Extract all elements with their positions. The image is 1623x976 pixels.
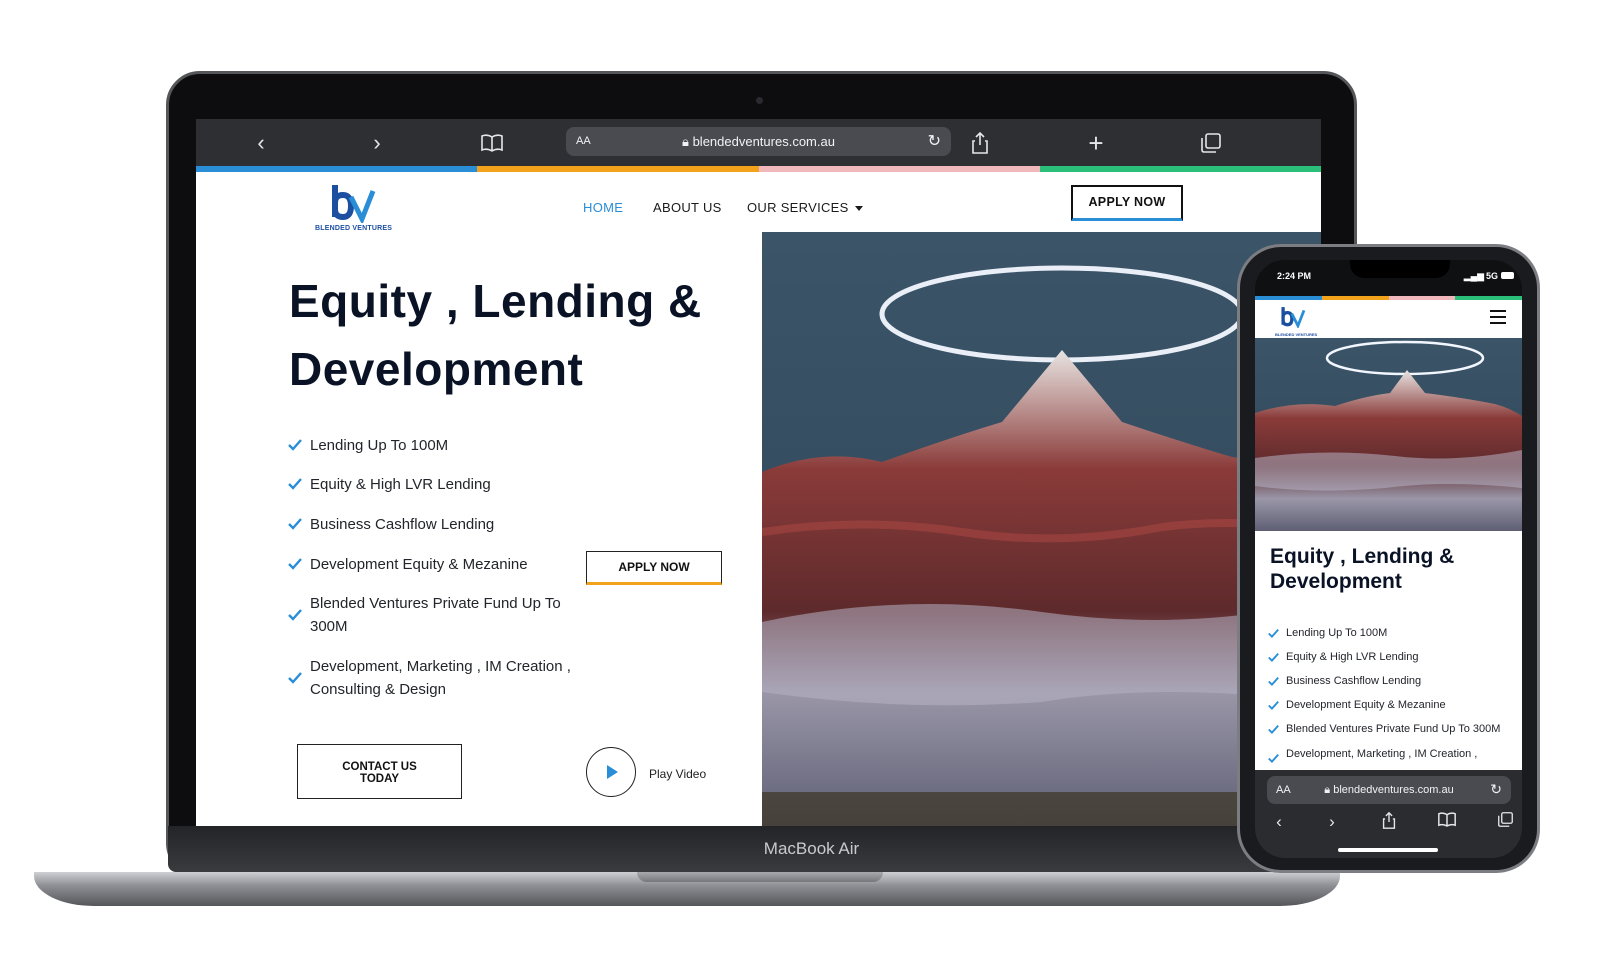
back-icon[interactable]: ‹ bbox=[246, 128, 276, 158]
back-icon[interactable]: ‹ bbox=[1267, 812, 1291, 832]
feature-item: Equity & High LVR Lending bbox=[1268, 651, 1419, 663]
battery-icon bbox=[1501, 272, 1514, 279]
laptop-screen: ‹ › AA 🔒︎ blendedventures.com.au ↻ + BLE… bbox=[196, 119, 1321, 826]
bookmarks-icon[interactable] bbox=[477, 128, 507, 158]
check-icon bbox=[288, 558, 302, 570]
apply-now-header-button[interactable]: APPLY NOW bbox=[1071, 185, 1183, 221]
feature-item: Business Cashflow Lending bbox=[288, 513, 588, 536]
hero-title-line-1: Equity , Lending & bbox=[289, 275, 702, 327]
feature-item: Development, Marketing , IM Creation , bbox=[1268, 748, 1478, 764]
feature-text: Lending Up To 100M bbox=[1286, 627, 1388, 639]
feature-text: Equity & High LVR Lending bbox=[310, 476, 491, 493]
feature-text: Development, Marketing , IM Creation , bbox=[1286, 748, 1478, 760]
feature-text: Development, Marketing , IM Creation , C… bbox=[310, 658, 571, 698]
feature-item: Business Cashflow Lending bbox=[1268, 675, 1421, 687]
nav-home[interactable]: HOME bbox=[583, 200, 623, 215]
phone-address-bar[interactable]: AA 🔒︎ blendedventures.com.au ↻ bbox=[1267, 776, 1511, 804]
feature-text: Business Cashflow Lending bbox=[310, 516, 495, 533]
share-icon[interactable] bbox=[965, 128, 995, 158]
logo-text: BLENDED VENTURES bbox=[315, 225, 393, 232]
check-icon bbox=[1268, 652, 1279, 663]
reload-icon[interactable]: ↻ bbox=[1490, 781, 1502, 798]
feature-text: Development Equity & Mezanine bbox=[310, 556, 528, 573]
tabs-icon[interactable] bbox=[1493, 812, 1517, 832]
contact-label-line-1: CONTACT US bbox=[342, 761, 417, 773]
bookmarks-icon[interactable] bbox=[1435, 812, 1459, 832]
feature-item: Blended Ventures Private Fund Up To 300M bbox=[1268, 723, 1500, 735]
url-text: blendedventures.com.au bbox=[1333, 784, 1454, 796]
hamburger-menu-icon[interactable] bbox=[1490, 310, 1506, 328]
feature-text: Blended Ventures Private Fund Up To 300M bbox=[310, 595, 561, 635]
status-time: 2:24 PM bbox=[1277, 271, 1312, 281]
feature-item: Development Equity & Mezanine bbox=[1268, 699, 1446, 711]
color-stripe bbox=[196, 166, 1321, 172]
feature-item: Blended Ventures Private Fund Up To 300M bbox=[288, 592, 578, 638]
phone-hero-title: Equity , Lending & Development bbox=[1270, 544, 1510, 594]
new-tab-icon[interactable]: + bbox=[1081, 128, 1111, 158]
contact-us-button[interactable]: CONTACT US TODAY bbox=[297, 744, 462, 799]
lock-icon: 🔒︎ bbox=[682, 134, 693, 149]
logo-text: BLENDED VENTURES bbox=[1275, 332, 1318, 337]
feature-text: Business Cashflow Lending bbox=[1286, 675, 1422, 687]
hero-title: Equity , Lending & Development bbox=[289, 267, 729, 403]
feature-text: Lending Up To 100M bbox=[310, 437, 449, 454]
check-icon bbox=[288, 672, 302, 684]
phone-status-bar: 2:24 PM ▂▄▆ 5G bbox=[1255, 260, 1522, 296]
phone-screen: 2:24 PM ▂▄▆ 5G BLENDED VENTURES Equity ,… bbox=[1255, 260, 1522, 858]
hero-mountain-image bbox=[1255, 338, 1522, 531]
dynamic-island bbox=[1350, 260, 1450, 278]
browser-toolbar: ‹ › AA 🔒︎ blendedventures.com.au ↻ + bbox=[196, 119, 1321, 166]
check-icon bbox=[1268, 753, 1279, 764]
nav-our-services[interactable]: OUR SERVICES bbox=[747, 200, 863, 215]
hero-title-line-2: Development bbox=[1270, 570, 1402, 593]
laptop-camera bbox=[756, 97, 763, 104]
play-video-button[interactable] bbox=[586, 747, 636, 797]
check-icon bbox=[1268, 628, 1279, 639]
check-icon bbox=[288, 439, 302, 451]
share-icon[interactable] bbox=[1377, 811, 1401, 834]
check-icon bbox=[288, 478, 302, 490]
chevron-down-icon bbox=[854, 206, 863, 212]
phone-site-logo[interactable]: BLENDED VENTURES bbox=[1275, 306, 1317, 337]
feature-text: Development Equity & Mezanine bbox=[1286, 699, 1446, 711]
feature-item: Development Equity & Mezanine bbox=[288, 553, 588, 576]
forward-icon[interactable]: › bbox=[1320, 812, 1344, 832]
feature-text: Equity & High LVR Lending bbox=[1286, 651, 1419, 663]
nav-about-us[interactable]: ABOUT US bbox=[653, 200, 722, 215]
feature-item: Lending Up To 100M bbox=[1268, 627, 1387, 639]
home-indicator bbox=[1338, 848, 1438, 852]
phone-browser-toolbar: AA 🔒︎ blendedventures.com.au ↻ ‹ › bbox=[1255, 770, 1522, 858]
check-icon bbox=[288, 518, 302, 530]
forward-icon[interactable]: › bbox=[362, 128, 392, 158]
site-logo[interactable]: BLENDED VENTURES bbox=[315, 183, 395, 235]
phone-webpage: BLENDED VENTURES Equity , Lending & Deve… bbox=[1255, 296, 1522, 770]
signal-icon: ▂▄▆ bbox=[1463, 271, 1484, 281]
laptop-hinge bbox=[168, 826, 1355, 872]
logo-mark-icon bbox=[332, 185, 376, 223]
apply-now-button[interactable]: APPLY NOW bbox=[586, 551, 722, 585]
feature-item: Development, Marketing , IM Creation , C… bbox=[288, 655, 588, 701]
logo-mark-icon bbox=[1281, 307, 1306, 330]
feature-text: Blended Ventures Private Fund Up To 300M bbox=[1286, 723, 1501, 735]
address-bar[interactable]: AA 🔒︎ blendedventures.com.au ↻ bbox=[566, 127, 951, 156]
check-icon bbox=[1268, 724, 1279, 735]
feature-item: Lending Up To 100M bbox=[288, 434, 588, 457]
nav-services-label: OUR SERVICES bbox=[747, 200, 849, 215]
laptop-lip bbox=[637, 872, 883, 882]
network-label: 5G bbox=[1485, 271, 1498, 281]
reload-icon[interactable]: ↻ bbox=[928, 131, 941, 151]
contact-label-line-2: TODAY bbox=[360, 773, 399, 785]
hero-title-line-2: Development bbox=[289, 343, 584, 395]
play-video-label[interactable]: Play Video bbox=[649, 767, 706, 781]
color-stripe bbox=[1255, 296, 1522, 300]
check-icon bbox=[1268, 676, 1279, 687]
feature-item: Equity & High LVR Lending bbox=[288, 473, 588, 496]
tabs-icon[interactable] bbox=[1196, 128, 1226, 158]
check-icon bbox=[1268, 700, 1279, 711]
hero-title-line-1: Equity , Lending & bbox=[1270, 545, 1455, 568]
lock-icon: 🔒︎ bbox=[1324, 784, 1334, 796]
url-text: blendedventures.com.au bbox=[692, 134, 835, 149]
check-icon bbox=[288, 609, 302, 621]
